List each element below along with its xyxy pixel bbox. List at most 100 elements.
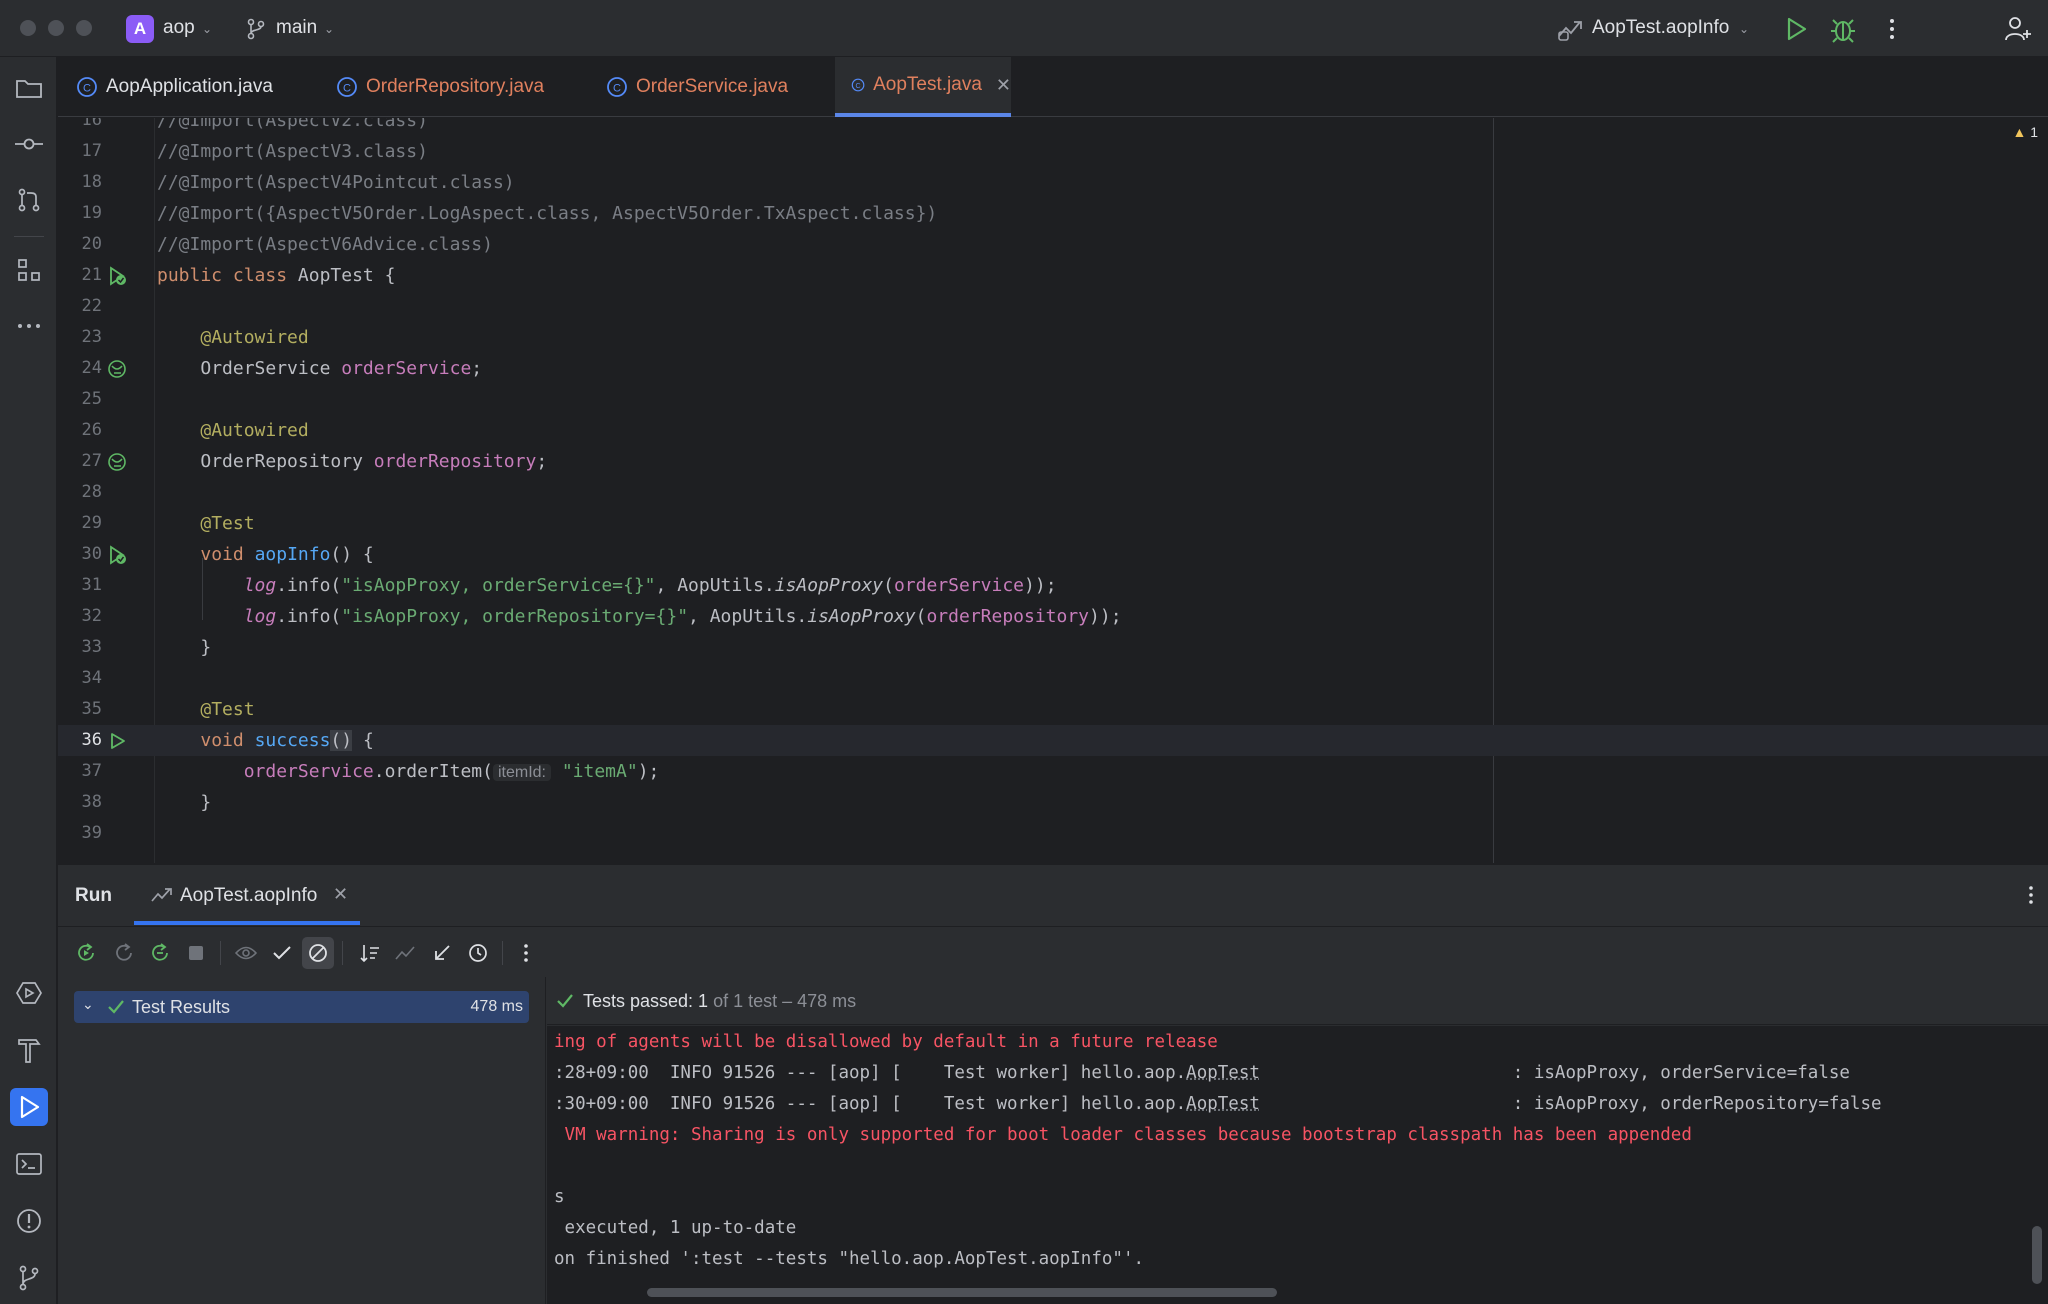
line-number[interactable]: 30 [58,544,102,564]
code-content[interactable]: public class AopTest { [157,265,395,286]
class-link[interactable]: AopTest [1186,1094,1260,1114]
code-editor[interactable]: ▲ 1 16//@Import(AspectV2.class) 17//@Impo… [58,118,2048,863]
run-icon[interactable] [1782,15,1810,43]
line-number[interactable]: 25 [58,389,102,409]
run-tool-button[interactable] [10,1088,48,1126]
code-line[interactable]: 37 orderService.orderItem(itemId: "itemA… [58,756,2048,787]
console-line[interactable]: ing of agents will be disallowed by defa… [554,1032,1218,1052]
autowired-bean-icon[interactable] [106,451,128,473]
code-content[interactable]: OrderService orderService; [157,358,482,379]
debug-icon[interactable] [1829,14,1857,44]
code-line[interactable]: 20 //@Import(AspectV6Advice.class) [58,229,2048,260]
console-line[interactable]: VM warning: Sharing is only supported fo… [554,1125,1692,1145]
console-line[interactable]: on finished ':test --tests "hello.aop.Ao… [554,1249,1144,1269]
code-line[interactable]: 35 @Test [58,694,2048,725]
window-minimize-button[interactable] [48,20,64,36]
structure-tool-button[interactable] [10,251,48,289]
code-content[interactable]: } [157,792,211,813]
chevron-down-icon[interactable]: ⌄ [82,996,94,1013]
more-vertical-icon[interactable] [2024,883,2038,907]
code-content[interactable]: log.info("isAopProxy, orderService={}", … [157,575,1057,596]
tab-aopapplication[interactable]: C AopApplication.java [76,57,273,117]
window-zoom-button[interactable] [76,20,92,36]
tab-aoptest[interactable]: C AopTest.java ✕ [835,57,1011,117]
rerun-failed-button[interactable] [108,937,140,969]
rerun-button[interactable] [70,937,102,969]
git-branch-icon[interactable] [245,17,267,41]
show-ignored-toggle[interactable] [302,937,334,969]
code-line[interactable]: 25 [58,384,2048,415]
window-close-button[interactable] [20,20,36,36]
commit-tool-button[interactable] [10,125,48,163]
code-content[interactable]: //@Import(AspectV2.class) [157,118,428,131]
code-content[interactable]: OrderRepository orderRepository; [157,451,547,472]
project-switcher[interactable]: aop [163,17,195,39]
line-number[interactable]: 20 [58,234,102,254]
line-number[interactable]: 19 [58,203,102,223]
console-line[interactable]: s [554,1187,565,1207]
more-tools-button[interactable] [10,307,48,345]
code-content[interactable]: @Autowired [157,327,308,348]
project-badge[interactable]: A [126,15,154,43]
branch-switcher[interactable]: main [276,17,317,39]
console-line[interactable]: executed, 1 up-to-date [554,1218,797,1238]
code-content[interactable]: } [157,637,211,658]
run-test-passed-icon[interactable] [106,265,128,287]
horizontal-scrollbar[interactable] [647,1288,1277,1297]
line-number[interactable]: 32 [58,606,102,626]
line-number[interactable]: 37 [58,761,102,781]
line-number[interactable]: 34 [58,668,102,688]
line-number[interactable]: 33 [58,637,102,657]
code-content[interactable]: @Test [157,513,254,534]
code-line[interactable]: 16 //@Import(AspectV2.class) [58,118,2048,136]
run-test-passed-icon[interactable] [106,544,128,566]
close-icon[interactable]: ✕ [996,75,1011,96]
code-line[interactable]: 32 log.info("isAopProxy, orderRepository… [58,601,2048,632]
show-ignored-button[interactable] [230,937,262,969]
code-line[interactable]: 19 //@Import({AspectV5Order.LogAspect.cla… [58,198,2048,229]
code-line[interactable]: 30 void aopInfo() { [58,539,2048,570]
project-tool-button[interactable] [10,69,48,107]
code-content[interactable]: //@Import(AspectV6Advice.class) [157,234,493,255]
code-line[interactable]: 17 //@Import(AspectV3.class) [58,136,2048,167]
run-test-icon[interactable] [106,730,128,752]
line-number[interactable]: 31 [58,575,102,595]
import-tests-button[interactable] [390,937,422,969]
code-content[interactable]: orderService.orderItem(itemId: "itemA"); [157,761,660,782]
code-line[interactable]: 23 @Autowired [58,322,2048,353]
stop-button[interactable] [180,937,212,969]
line-number[interactable]: 29 [58,513,102,533]
line-number[interactable]: 38 [58,792,102,812]
console-line[interactable]: :30+09:00 INFO 91526 --- [aop] [ Test wo… [554,1094,1882,1114]
line-number[interactable]: 16 [58,118,102,130]
tab-orderservice[interactable]: C OrderService.java [606,57,788,117]
test-results-node[interactable]: ⌄ Test Results 478 ms [74,991,529,1023]
build-tool-button[interactable] [10,1031,48,1069]
class-link[interactable]: AopTest [1186,1063,1260,1083]
code-line[interactable]: 21 public class AopTest { [58,260,2048,291]
close-icon[interactable]: ✕ [333,884,348,905]
git-tool-button[interactable] [10,1259,48,1297]
sort-button[interactable] [354,937,386,969]
add-user-icon[interactable] [2003,14,2033,44]
more-vertical-icon[interactable] [1880,14,1904,44]
line-number[interactable]: 28 [58,482,102,502]
code-content[interactable]: //@Import(AspectV4Pointcut.class) [157,172,515,193]
history-button[interactable] [462,937,494,969]
code-content[interactable]: //@Import(AspectV3.class) [157,141,428,162]
code-line[interactable]: 34 [58,663,2048,694]
console-line[interactable]: :28+09:00 INFO 91526 --- [aop] [ Test wo… [554,1063,1850,1083]
code-content[interactable]: void aopInfo() { [157,544,373,565]
line-number[interactable]: 18 [58,172,102,192]
line-number[interactable]: 24 [58,358,102,378]
line-number[interactable]: 36 [58,730,102,750]
autowired-bean-icon[interactable] [106,358,128,380]
code-line[interactable]: 39 [58,818,2048,849]
code-line[interactable]: 31 log.info("isAopProxy, orderService={}… [58,570,2048,601]
services-tool-button[interactable] [10,974,48,1012]
code-line[interactable]: 33 } [58,632,2048,663]
code-content[interactable]: void success() { [157,730,374,751]
code-content[interactable]: @Test [157,699,254,720]
line-number[interactable]: 39 [58,823,102,843]
code-line[interactable]: 38 } [58,787,2048,818]
